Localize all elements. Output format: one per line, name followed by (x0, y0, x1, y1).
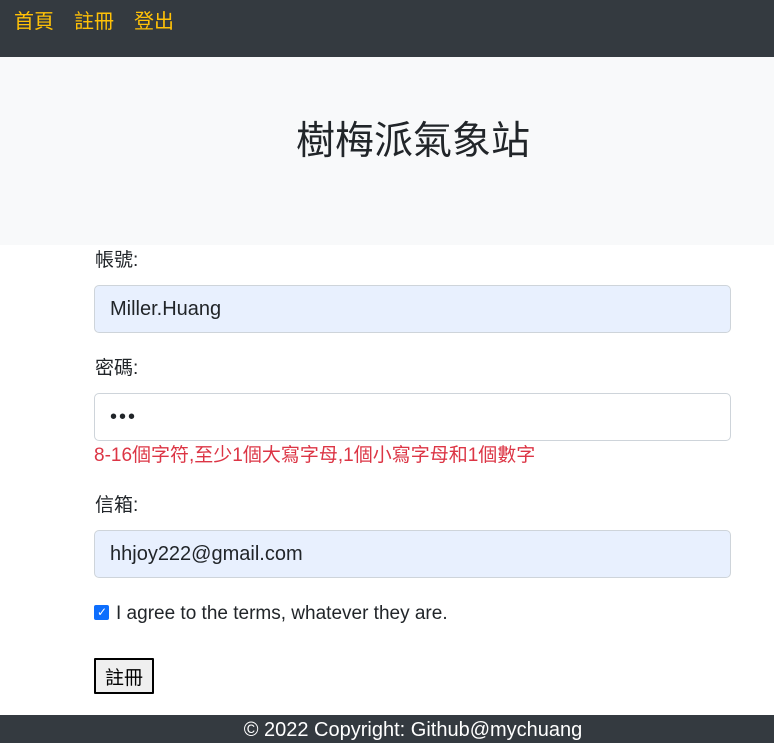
agree-label[interactable]: I agree to the terms, whatever they are. (116, 602, 448, 626)
nav-link-home[interactable]: 首頁 (14, 10, 54, 34)
nav-link-logout[interactable]: 登出 (134, 10, 174, 34)
agree-checkbox[interactable]: ✓ (94, 605, 109, 620)
nav-link-register[interactable]: 註冊 (74, 10, 114, 34)
email-label: 信箱: (95, 495, 139, 516)
password-field[interactable] (94, 393, 731, 441)
password-label: 密碼: (95, 358, 139, 379)
navbar: 首頁 註冊 登出 (0, 0, 774, 57)
page-title: 樹梅派氣象站 (295, 120, 530, 163)
email-field[interactable] (94, 530, 731, 578)
username-label: 帳號: (95, 250, 139, 271)
footer: © 2022 Copyright: Github@mychuang (0, 715, 774, 743)
username-field[interactable] (94, 285, 731, 333)
copyright-text: © 2022 Copyright: Github@mychuang (243, 719, 583, 741)
password-hint: 8-16個字符,至少1個大寫字母,1個小寫字母和1個數字 (94, 445, 536, 466)
checkmark-icon: ✓ (97, 605, 108, 619)
register-button[interactable]: 註冊 (94, 658, 154, 694)
